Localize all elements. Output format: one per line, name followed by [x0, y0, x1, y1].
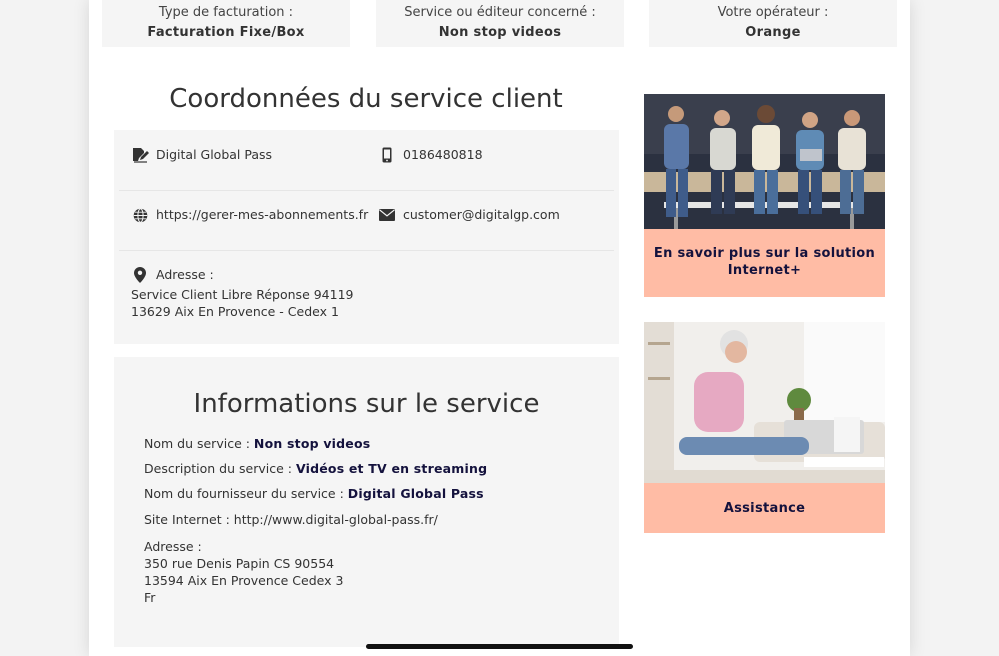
address-line: Fr — [144, 590, 156, 605]
billing-type-value: Facturation Fixe/Box — [147, 25, 305, 40]
map-pin-icon — [131, 267, 149, 283]
provider-label: Nom du fournisseur du service : — [144, 486, 348, 501]
site-link[interactable]: http://www.digital-global-pass.fr/ — [234, 512, 438, 527]
mobile-phone-icon — [378, 147, 396, 163]
contact-address: Service Client Libre Réponse 94119 13629… — [131, 286, 354, 320]
service-address: Adresse : 350 rue Denis Papin CS 90554 1… — [144, 538, 343, 606]
contact-title: Coordonnées du service client — [169, 84, 563, 114]
phone-item: 0186480818 — [378, 147, 483, 163]
provider-row: Nom du fournisseur du service : Digital … — [144, 486, 484, 501]
page-container: Type de facturation : Facturation Fixe/B… — [89, 0, 910, 656]
provider-value: Digital Global Pass — [347, 486, 484, 501]
operator-box: Votre opérateur : Orange — [649, 0, 897, 47]
email-item: customer@digitalgp.com — [378, 207, 560, 223]
divider — [119, 250, 614, 251]
billing-type-label: Type de facturation : — [158, 5, 294, 20]
divider — [119, 190, 614, 191]
address-line: 13629 Aix En Provence - Cedex 1 — [131, 304, 339, 319]
home-indicator[interactable] — [366, 644, 633, 649]
envelope-icon — [378, 207, 396, 223]
email-link[interactable]: customer@digitalgp.com — [403, 207, 560, 222]
service-description-row: Description du service : Vidéos et TV en… — [144, 461, 487, 476]
service-description-value: Vidéos et TV en streaming — [295, 461, 488, 476]
promo-internet-plus-button[interactable]: En savoir plus sur la solution Internet+ — [644, 229, 885, 279]
service-name-label: Nom du service : — [144, 436, 254, 451]
website-item: https://gerer-mes-abonnements.fr — [131, 207, 368, 223]
phone-number[interactable]: 0186480818 — [403, 147, 483, 162]
contact-box: Digital Global Pass 0186480818 https://g… — [114, 130, 619, 344]
address-line: Service Client Libre Réponse 94119 — [131, 287, 354, 302]
company-item: Digital Global Pass — [131, 147, 272, 163]
service-info-title: Informations sur le service — [193, 389, 540, 419]
service-info-box: Informations sur le service Nom du servi… — [114, 357, 619, 647]
service-label: Service ou éditeur concerné : — [404, 5, 596, 20]
service-name-row: Nom du service : Non stop videos — [144, 436, 370, 451]
group-on-devices-photo — [644, 94, 885, 229]
signature-icon — [131, 147, 149, 163]
service-description-label: Description du service : — [144, 461, 296, 476]
service-name-value: Non stop videos — [253, 436, 371, 451]
service-box: Service ou éditeur concerné : Non stop v… — [376, 0, 624, 47]
operator-value: Orange — [745, 25, 801, 40]
woman-on-phone-photo — [644, 322, 885, 483]
service-address-label: Adresse : — [144, 539, 202, 554]
assistance-button[interactable]: Assistance — [644, 483, 885, 517]
service-value: Non stop videos — [438, 25, 562, 40]
address-line: 13594 Aix En Provence Cedex 3 — [144, 573, 344, 588]
website-link[interactable]: https://gerer-mes-abonnements.fr — [156, 207, 368, 222]
address-line: 350 rue Denis Papin CS 90554 — [144, 556, 335, 571]
operator-label: Votre opérateur : — [717, 5, 829, 20]
site-row: Site Internet : http://www.digital-globa… — [144, 512, 438, 527]
address-item: Adresse : — [131, 267, 214, 283]
address-label: Adresse : — [156, 267, 214, 282]
company-name: Digital Global Pass — [156, 147, 273, 162]
site-label: Site Internet : — [144, 512, 234, 527]
globe-icon — [131, 207, 149, 223]
promo-internet-plus-card[interactable]: En savoir plus sur la solution Internet+ — [644, 94, 885, 297]
promo-assistance-card[interactable]: Assistance — [644, 322, 885, 533]
billing-type-box: Type de facturation : Facturation Fixe/B… — [102, 0, 350, 47]
